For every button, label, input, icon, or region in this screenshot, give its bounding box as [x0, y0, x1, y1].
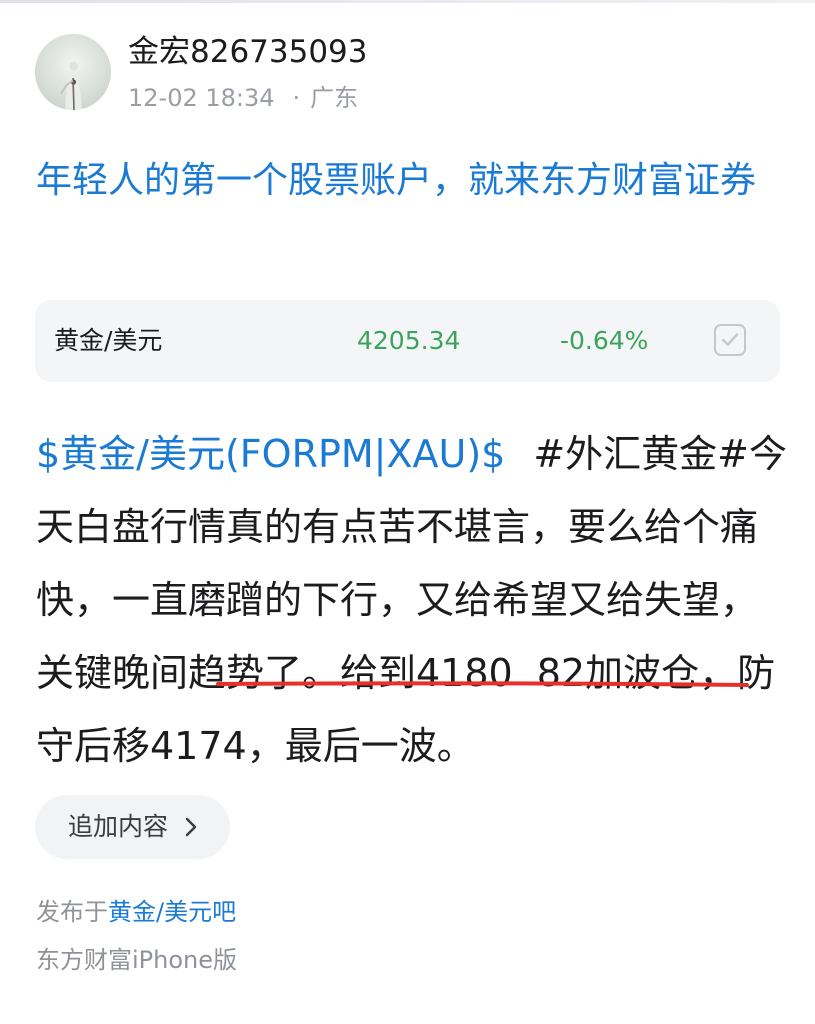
checkbox-icon	[721, 333, 739, 346]
post-time: 12-02 18:34	[128, 84, 275, 112]
avatar-image-icon	[35, 34, 111, 110]
meta-separator: ·	[292, 84, 301, 112]
avatar[interactable]	[35, 34, 111, 110]
posted-in-prefix: 发布于	[36, 898, 108, 926]
post-location: 广东	[310, 84, 359, 112]
posted-in: 发布于黄金/美元吧	[36, 895, 236, 929]
post-detail-page: 金宏826735093 12-02 18:34 · 广东 年轻人的第一个股票账户，就…	[0, 0, 815, 1024]
stock-tag-link[interactable]: $黄金/美元(FORPM|XAU)$	[36, 432, 505, 476]
promo-link[interactable]: 年轻人的第一个股票账户，就来东方财富证券	[36, 152, 796, 210]
author-name[interactable]: 金宏826735093	[128, 32, 368, 72]
chevron-right-icon	[185, 817, 197, 837]
post-body: $黄金/美元(FORPM|XAU)$ #外汇黄金#今天白盘行情真的有点苦不堪言，要…	[36, 418, 794, 783]
quote-name: 黄金/美元	[54, 326, 163, 355]
add-content-label: 追加内容	[68, 812, 169, 841]
forum-link[interactable]: 黄金/美元吧	[108, 898, 236, 926]
post-meta: 12-02 18:34 · 广东	[128, 82, 358, 114]
quote-price: 4205.34	[357, 326, 461, 355]
quote-change: -0.64%	[560, 326, 649, 355]
top-divider	[0, 0, 815, 3]
add-watchlist-button[interactable]	[714, 324, 746, 356]
device-source: 东方财富iPhone版	[36, 946, 238, 974]
add-content-button[interactable]: 追加内容	[35, 795, 230, 859]
quote-card[interactable]: 黄金/美元 4205.34 -0.64%	[35, 300, 780, 382]
